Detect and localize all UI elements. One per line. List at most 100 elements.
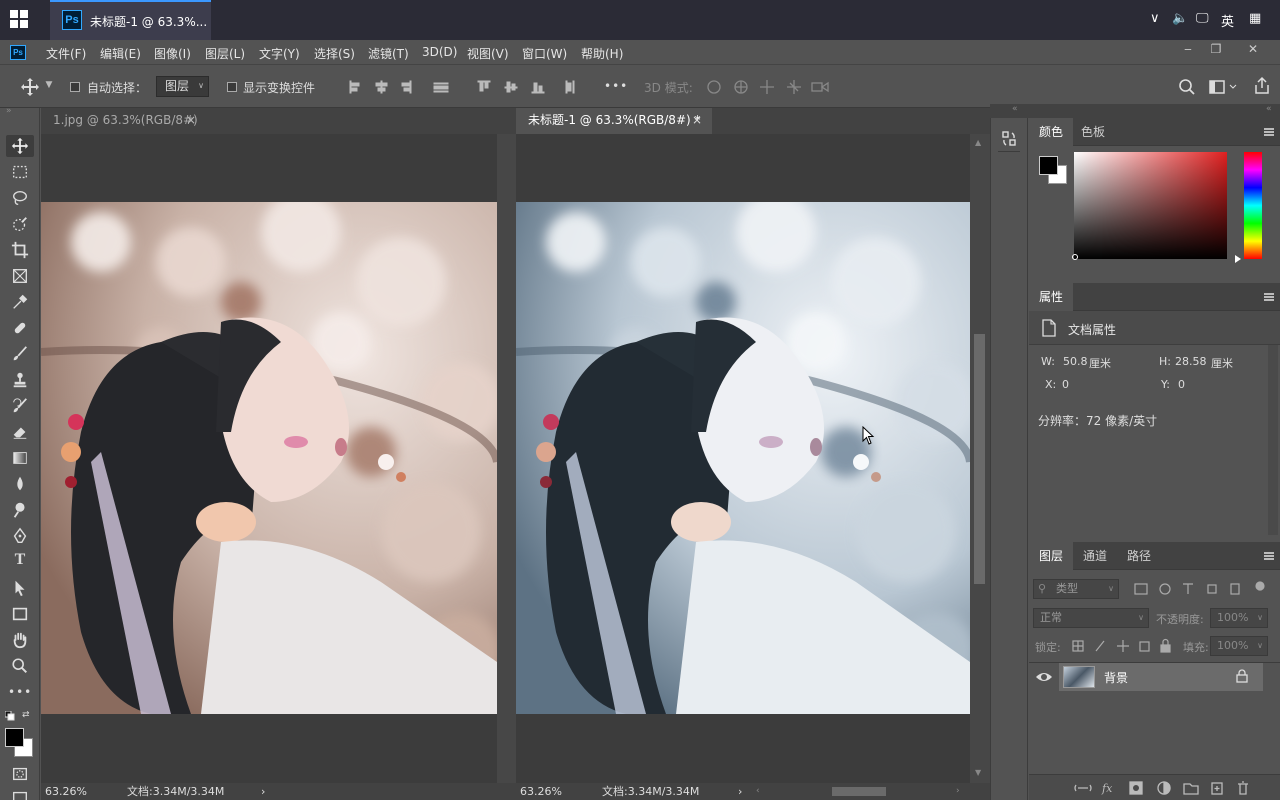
tab-properties[interactable]: 属性 bbox=[1029, 283, 1074, 311]
menu-edit[interactable]: 编辑(E) bbox=[100, 45, 141, 62]
auto-select-checkbox[interactable] bbox=[70, 82, 80, 92]
opacity-field[interactable]: 100% ∨ bbox=[1210, 608, 1268, 628]
move-tool-preset-icon[interactable] bbox=[20, 77, 40, 97]
preset-dropdown-icon[interactable]: ▼ bbox=[44, 80, 54, 90]
scroll-down-icon[interactable]: ▼ bbox=[975, 768, 981, 777]
dock-collapse-icon[interactable]: « bbox=[1012, 104, 1018, 114]
layer-lock-icon[interactable] bbox=[1235, 669, 1249, 683]
history-brush-tool-icon[interactable] bbox=[8, 395, 32, 417]
color-panel-foreground-swatch[interactable] bbox=[1039, 156, 1058, 175]
blend-mode-dropdown[interactable]: 正常 ∨ bbox=[1033, 608, 1149, 628]
menu-window[interactable]: 窗口(W) bbox=[522, 45, 567, 62]
toolbar-collapse-icon[interactable]: » bbox=[6, 106, 12, 116]
more-options-button[interactable]: ••• bbox=[604, 79, 628, 93]
windows-start-icon[interactable] bbox=[10, 10, 30, 30]
doc1-status-arrow-icon[interactable]: › bbox=[261, 783, 265, 800]
eraser-tool-icon[interactable] bbox=[8, 421, 32, 443]
minimize-button[interactable]: ‒ bbox=[1176, 42, 1200, 58]
network-icon[interactable]: 🖵 bbox=[1196, 11, 1209, 26]
gradient-tool-icon[interactable] bbox=[8, 447, 32, 469]
eyedropper-tool-icon[interactable] bbox=[8, 291, 32, 313]
color-picker-field[interactable] bbox=[1074, 152, 1227, 259]
type-tool-icon[interactable]: T bbox=[8, 551, 32, 573]
screen-mode-icon[interactable] bbox=[8, 787, 32, 800]
tab-swatches[interactable]: 色板 bbox=[1071, 118, 1115, 146]
menu-view[interactable]: 视图(V) bbox=[467, 45, 509, 62]
properties-panel-menu-icon[interactable] bbox=[1264, 293, 1274, 301]
doc2-hscroll-thumb[interactable] bbox=[832, 787, 886, 796]
workspace-icon[interactable] bbox=[1208, 78, 1238, 96]
menu-image[interactable]: 图像(I) bbox=[154, 45, 191, 62]
height-value[interactable]: 28.58 bbox=[1175, 355, 1207, 368]
frame-tool-icon[interactable] bbox=[8, 265, 32, 287]
doc2-zoom-field[interactable]: 63.26% bbox=[520, 783, 562, 800]
auto-select-dropdown[interactable]: 图层 ∨ bbox=[156, 76, 209, 97]
layers-panel-menu-icon[interactable] bbox=[1264, 552, 1274, 560]
default-colors-icon[interactable] bbox=[4, 710, 15, 721]
tab-channels[interactable]: 通道 bbox=[1073, 542, 1117, 570]
color-panel-menu-icon[interactable] bbox=[1264, 128, 1274, 136]
doc1-close-icon[interactable]: × bbox=[186, 108, 196, 132]
hscroll-left-icon[interactable]: ‹ bbox=[756, 783, 760, 800]
doc1-photo[interactable] bbox=[41, 202, 497, 714]
history-panel-icon[interactable] bbox=[998, 128, 1020, 152]
width-value[interactable]: 50.8 bbox=[1063, 355, 1088, 368]
doc2-photo[interactable] bbox=[516, 202, 970, 714]
quick-mask-icon[interactable] bbox=[8, 763, 32, 785]
crop-tool-icon[interactable] bbox=[8, 239, 32, 261]
tab-color[interactable]: 颜色 bbox=[1029, 118, 1074, 146]
doc1-zoom-field[interactable]: 63.26% bbox=[45, 783, 87, 800]
healing-brush-tool-icon[interactable] bbox=[8, 317, 32, 339]
restore-button[interactable]: ❐ bbox=[1204, 42, 1228, 58]
layer-name[interactable]: 背景 bbox=[1104, 669, 1128, 686]
search-icon[interactable] bbox=[1178, 78, 1196, 96]
rectangle-tool-icon[interactable] bbox=[8, 603, 32, 625]
tray-chevron-icon[interactable]: ∨ bbox=[1150, 11, 1160, 26]
close-window-button[interactable]: ✕ bbox=[1241, 42, 1265, 58]
keyboard-icon[interactable]: ▦ bbox=[1249, 11, 1261, 26]
menu-type[interactable]: 文字(Y) bbox=[259, 45, 300, 62]
color-picker-marker[interactable] bbox=[1072, 254, 1078, 260]
photoshop-taskbar-button[interactable]: Ps 未标题-1 @ 63.3%... bbox=[50, 0, 211, 40]
move-tool-icon[interactable] bbox=[8, 135, 32, 157]
menu-layer[interactable]: 图层(L) bbox=[205, 45, 245, 62]
doc2-tab[interactable]: 未标题-1 @ 63.3%(RGB/8#) * × bbox=[516, 108, 712, 134]
volume-icon[interactable]: 🔈 bbox=[1172, 11, 1188, 26]
zoom-tool-icon[interactable] bbox=[8, 655, 32, 677]
tab-layers[interactable]: 图层 bbox=[1029, 542, 1074, 570]
more-tools-icon[interactable]: ••• bbox=[8, 681, 32, 703]
blur-tool-icon[interactable] bbox=[8, 473, 32, 495]
menu-file[interactable]: 文件(F) bbox=[46, 45, 86, 62]
quick-selection-tool-icon[interactable] bbox=[8, 213, 32, 235]
layer-filter-dropdown[interactable]: ⚲ 类型 ∨ bbox=[1033, 579, 1119, 599]
layer-visibility-eye-icon[interactable] bbox=[1035, 669, 1053, 685]
clone-stamp-tool-icon[interactable] bbox=[8, 369, 32, 391]
properties-scrollbar[interactable] bbox=[1268, 345, 1278, 535]
foreground-color-swatch[interactable] bbox=[5, 728, 24, 747]
hand-tool-icon[interactable] bbox=[8, 629, 32, 651]
menu-3d[interactable]: 3D(D) bbox=[422, 45, 457, 59]
pen-tool-icon[interactable] bbox=[8, 525, 32, 547]
lasso-tool-icon[interactable] bbox=[8, 187, 32, 209]
hue-slider[interactable] bbox=[1244, 152, 1262, 259]
y-value[interactable]: 0 bbox=[1178, 378, 1185, 391]
menu-filter[interactable]: 滤镜(T) bbox=[368, 45, 409, 62]
dock-collapse-right-icon[interactable]: « bbox=[1266, 104, 1272, 114]
hue-slider-handle-icon[interactable] bbox=[1235, 255, 1241, 263]
scroll-up-icon[interactable]: ▲ bbox=[975, 138, 981, 147]
menu-help[interactable]: 帮助(H) bbox=[581, 45, 623, 62]
marquee-tool-icon[interactable] bbox=[8, 161, 32, 183]
input-language-indicator[interactable]: 英 bbox=[1221, 11, 1234, 30]
hscroll-right-icon[interactable]: › bbox=[956, 783, 960, 800]
doc2-vertical-scrollbar[interactable]: ▲ ▼ bbox=[970, 134, 990, 783]
share-icon[interactable] bbox=[1252, 76, 1272, 96]
dodge-tool-icon[interactable] bbox=[8, 499, 32, 521]
doc2-scroll-thumb[interactable] bbox=[974, 334, 985, 584]
doc2-close-icon[interactable]: × bbox=[692, 108, 702, 132]
path-selection-tool-icon[interactable] bbox=[8, 577, 32, 599]
menu-select[interactable]: 选择(S) bbox=[314, 45, 355, 62]
show-transform-checkbox[interactable] bbox=[227, 82, 237, 92]
swap-colors-icon[interactable]: ⇄ bbox=[22, 710, 34, 720]
tab-paths[interactable]: 路径 bbox=[1117, 542, 1161, 570]
x-value[interactable]: 0 bbox=[1062, 378, 1069, 391]
